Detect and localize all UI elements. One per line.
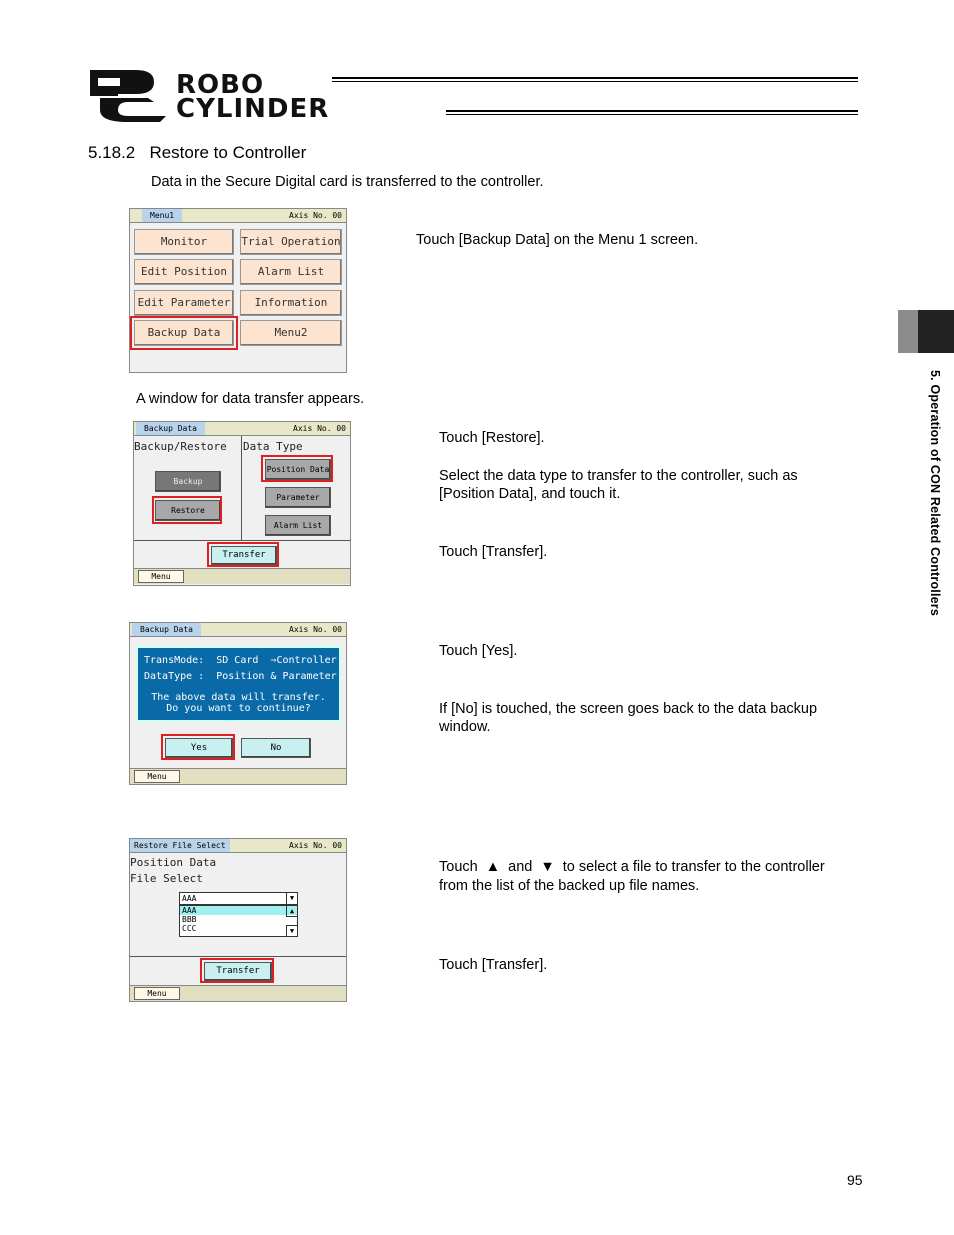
up-triangle-icon: ▲ [485, 859, 501, 875]
step2b-text: Select the data type to transfer to the … [439, 468, 798, 502]
file-select-screen: Restore File Select Axis No. 00 Position… [129, 838, 347, 1002]
monitor-button[interactable]: Monitor [134, 229, 234, 255]
dropdown-down-icon[interactable]: ▼ [286, 893, 297, 904]
screen4-hrule [130, 956, 346, 957]
file-select-label: File Select [130, 872, 203, 885]
trial-operation-button[interactable]: Trial Operation [240, 229, 342, 255]
side-tab-dark [918, 310, 954, 353]
menu2-button[interactable]: Menu2 [240, 320, 342, 346]
alarm-list-datatype-button[interactable]: Alarm List [265, 515, 331, 536]
scroll-up-icon[interactable]: ▲ [286, 906, 297, 917]
confirm-screen: Backup Data Axis No. 00 TransMode: SD Ca… [129, 622, 347, 785]
backup-title: Backup Data [136, 422, 205, 435]
screen4-menu-button[interactable]: Menu [134, 987, 180, 1000]
backup-restore-label: Backup/Restore [134, 440, 227, 453]
section-number: 5.18.2 [88, 143, 136, 162]
backup-button[interactable]: Backup [155, 471, 221, 492]
step4a-and: and [508, 859, 533, 875]
section-heading: 5.18.2 Restore to Controller [88, 143, 306, 163]
screen2-menu-button[interactable]: Menu [138, 570, 184, 583]
scroll-down-icon[interactable]: ▼ [286, 925, 297, 936]
selected-file-value: AAA [182, 894, 197, 903]
confirm-axis: Axis No. 00 [289, 625, 342, 634]
information-button[interactable]: Information [240, 290, 342, 316]
confirm-title: Backup Data [132, 623, 201, 636]
screen4-menubar: Menu [130, 985, 346, 1001]
step2a-text: Touch [Restore]. [439, 430, 545, 446]
step3b-text: If [No] is touched, the screen goes back… [439, 701, 818, 735]
down-triangle-icon: ▼ [540, 859, 555, 875]
step4a-line2: from the list of the backed up file name… [439, 878, 700, 894]
file-select-axis: Axis No. 00 [289, 841, 342, 850]
menu1-titlebar: Menu1 Axis No. 00 [130, 209, 346, 223]
highlight-transfer [207, 542, 279, 567]
file-list-item[interactable]: CCC [180, 924, 297, 933]
menu1-title: Menu1 [142, 209, 183, 222]
file-list: AAA BBB CCC ▲ ▼ [179, 905, 298, 937]
screen2-menubar: Menu [134, 568, 350, 584]
step4a-text: Touch ▲ and ▼ to select a file to transf… [439, 858, 825, 876]
selected-file-field[interactable]: AAA ▼ [179, 892, 298, 905]
step1-text: Touch [Backup Data] on the Menu 1 screen… [416, 232, 699, 248]
header-rule-top [332, 77, 858, 79]
step4a-rest: to select a file to transfer to the cont… [562, 859, 825, 875]
step4a-touch: Touch [439, 859, 478, 875]
file-list-item[interactable]: BBB [180, 915, 297, 924]
backup-titlebar: Backup Data Axis No. 00 [134, 422, 350, 436]
column-divider [241, 436, 242, 540]
side-chapter-label: 5. Operation of CON Related Controllers [928, 370, 942, 617]
screen3-menu-button[interactable]: Menu [134, 770, 180, 783]
logo-text-cylinder: CYLINDER [176, 94, 330, 124]
menu1-axis: Axis No. 00 [289, 211, 342, 220]
file-list-item[interactable]: AAA [180, 906, 297, 915]
edit-position-button[interactable]: Edit Position [134, 259, 234, 285]
position-data-label: Position Data [130, 856, 217, 869]
side-tab-light [898, 310, 918, 353]
step3a-text: Touch [Yes]. [439, 643, 518, 659]
confirm-titlebar: Backup Data Axis No. 00 [130, 623, 346, 637]
window-note: A window for data transfer appears. [136, 391, 365, 407]
edit-parameter-button[interactable]: Edit Parameter [134, 290, 234, 316]
rc-logo [88, 68, 168, 124]
data-type-label: Data Type [243, 440, 303, 453]
header-rule-bottom-thin [446, 114, 858, 115]
highlight-backup-data [130, 316, 238, 350]
transmode-line: TransMode: SD Card ⇒Controller [144, 655, 337, 666]
header-rule-top-thin [332, 81, 858, 82]
alarm-list-button[interactable]: Alarm List [240, 259, 342, 285]
section-intro: Data in the Secure Digital card is trans… [151, 174, 544, 190]
highlight-yes [161, 734, 235, 760]
file-select-title: Restore File Select [130, 839, 230, 852]
backup-data-screen: Backup Data Axis No. 00 Backup/Restore D… [133, 421, 351, 586]
no-button[interactable]: No [241, 738, 311, 758]
menu1-screen: Menu1 Axis No. 00 Monitor Trial Operatio… [129, 208, 347, 373]
step4b-text: Touch [Transfer]. [439, 957, 548, 973]
continue-question-line: Do you want to continue? [166, 703, 311, 714]
highlight-file-transfer [200, 958, 274, 983]
parameter-button[interactable]: Parameter [265, 487, 331, 508]
section-title: Restore to Controller [149, 143, 307, 162]
page-number: 95 [847, 1172, 863, 1188]
file-select-titlebar: Restore File Select Axis No. 00 [130, 839, 346, 853]
transfer-warning-line: The above data will transfer. [151, 692, 326, 703]
backup-axis: Axis No. 00 [293, 424, 346, 433]
confirm-message-box: TransMode: SD Card ⇒Controller DataType … [136, 646, 341, 722]
datatype-line: DataType : Position & Parameter [144, 671, 337, 682]
header-rule-bottom [446, 110, 858, 112]
highlight-position-data [261, 455, 333, 482]
screen2-hrule [134, 540, 350, 541]
highlight-restore [152, 496, 222, 524]
screen3-menubar: Menu [130, 768, 346, 784]
step2c-text: Touch [Transfer]. [439, 544, 548, 560]
